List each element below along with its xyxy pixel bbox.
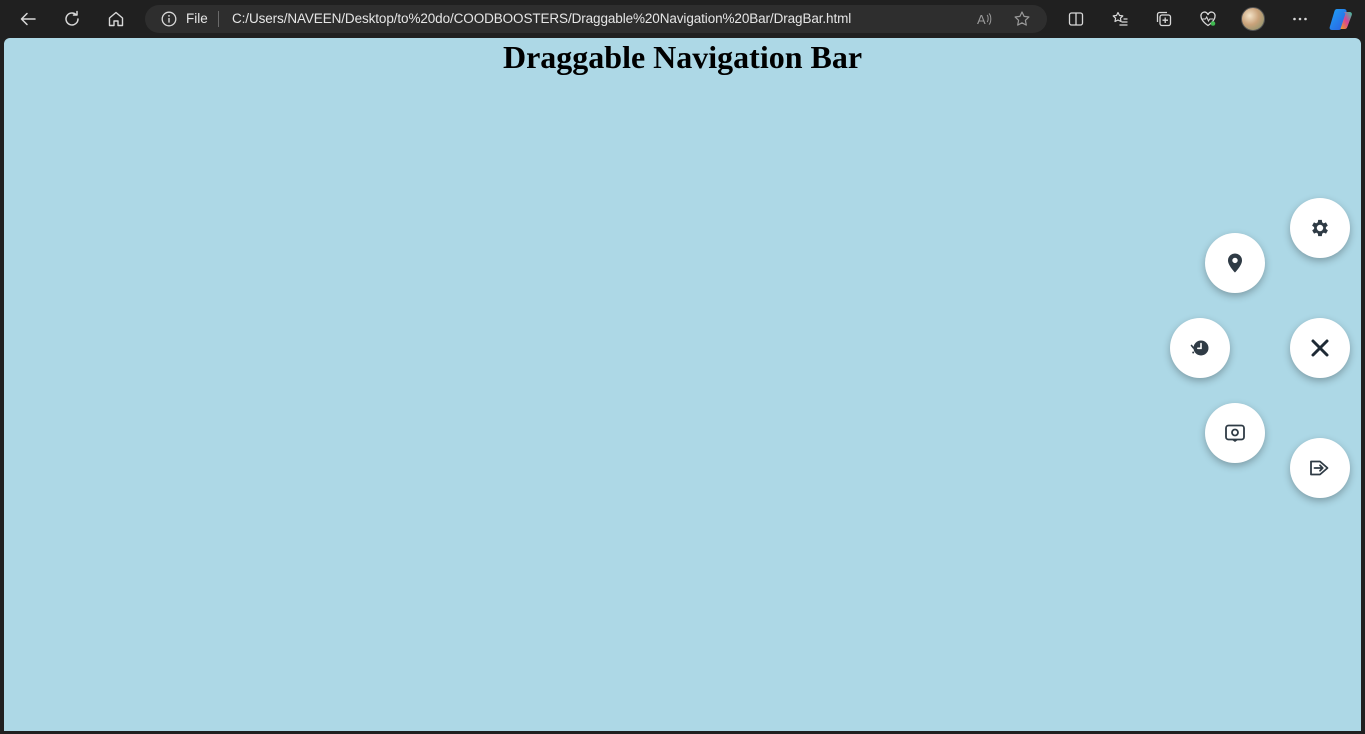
close-icon	[1311, 339, 1329, 357]
gear-icon	[1312, 219, 1328, 237]
map-pin-icon	[1228, 253, 1242, 273]
collections-icon	[1156, 11, 1172, 27]
svg-text:A: A	[977, 12, 986, 27]
collections-button[interactable]	[1149, 4, 1179, 34]
read-aloud-icon[interactable]: A	[975, 10, 993, 28]
copilot-icon[interactable]	[1328, 6, 1354, 32]
refresh-button[interactable]	[57, 4, 87, 34]
refresh-icon	[65, 10, 79, 26]
split-screen-button[interactable]	[1061, 4, 1091, 34]
address-divider	[218, 11, 219, 27]
address-scheme-label: File	[186, 11, 208, 26]
page-viewport: Draggable Navigation Bar	[4, 38, 1361, 731]
address-bar[interactable]: File C:/Users/NAVEEN/Desktop/to%20do/COO…	[145, 5, 1047, 33]
nav-location-button[interactable]	[1205, 233, 1265, 293]
info-icon[interactable]	[161, 11, 177, 27]
split-screen-icon	[1068, 12, 1084, 26]
back-button[interactable]	[13, 4, 43, 34]
home-icon	[108, 11, 124, 27]
address-url[interactable]: C:/Users/NAVEEN/Desktop/to%20do/COODBOOS…	[232, 12, 851, 26]
nav-close-button[interactable]	[1290, 318, 1350, 378]
browser-toolbar: File C:/Users/NAVEEN/Desktop/to%20do/COO…	[0, 0, 1365, 38]
nav-preview-button[interactable]	[1205, 403, 1265, 463]
eye-screen-icon	[1225, 424, 1245, 442]
clock-history-icon	[1190, 340, 1209, 356]
nav-history-button[interactable]	[1170, 318, 1230, 378]
nav-logout-button[interactable]	[1290, 438, 1350, 498]
browser-essentials-button[interactable]	[1193, 4, 1223, 34]
nav-settings-button[interactable]	[1290, 198, 1350, 258]
home-button[interactable]	[101, 4, 131, 34]
more-dots-icon	[1293, 17, 1307, 21]
favorites-list-icon	[1112, 11, 1128, 26]
more-options-button[interactable]	[1285, 4, 1315, 34]
logout-arrow-icon	[1310, 460, 1329, 476]
favorites-button[interactable]	[1105, 4, 1135, 34]
favorite-star-icon[interactable]	[1013, 10, 1031, 28]
heart-pulse-icon	[1200, 11, 1216, 27]
arrow-left-icon	[20, 12, 36, 26]
page-title: Draggable Navigation Bar	[502, 39, 863, 75]
profile-avatar[interactable]	[1241, 7, 1265, 31]
